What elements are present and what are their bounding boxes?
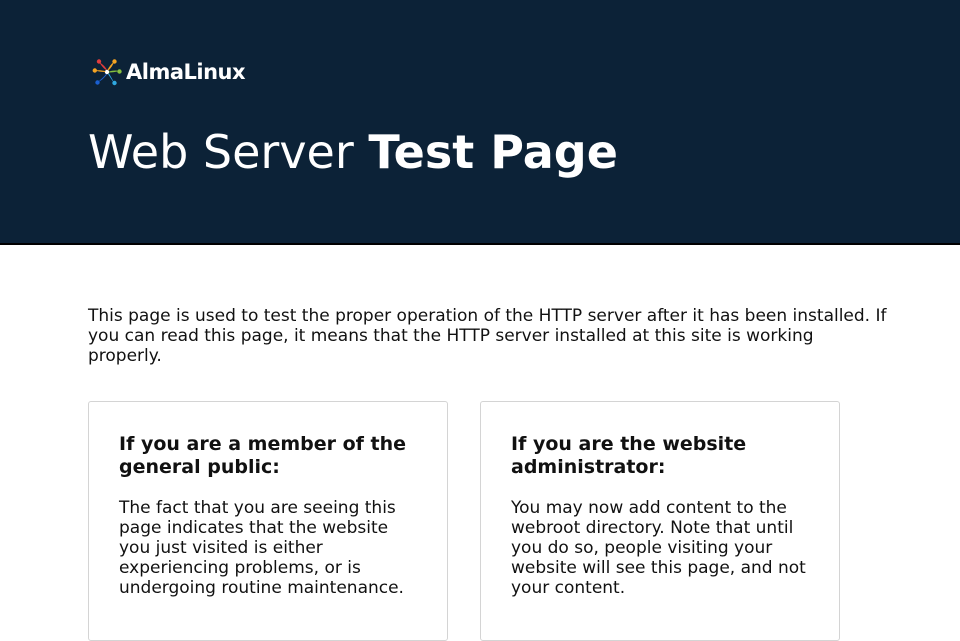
page-title: Web Server Test Page [88,124,618,180]
public-card-heading: If you are a member of the general publi… [119,433,407,478]
page-title-bold: Test Page [368,125,618,179]
page-header: AlmaLinux Web Server Test Page [0,0,960,245]
public-info-card: If you are a member of the general publi… [88,401,448,641]
admin-info-card: If you are the website administrator: Yo… [480,401,840,641]
logo-text: AlmaLinux [126,60,246,84]
admin-card-heading: If you are the website administrator: [511,433,747,478]
admin-card-body: You may now add content to the webroot d… [511,498,806,598]
page-title-light: Web Server [88,125,369,179]
almalinux-logo-icon [92,59,122,86]
public-card-body: The fact that you are seeing this page i… [119,498,404,598]
almalinux-logo[interactable]: AlmaLinux [92,57,246,87]
intro-paragraph: This page is used to test the proper ope… [88,306,887,366]
